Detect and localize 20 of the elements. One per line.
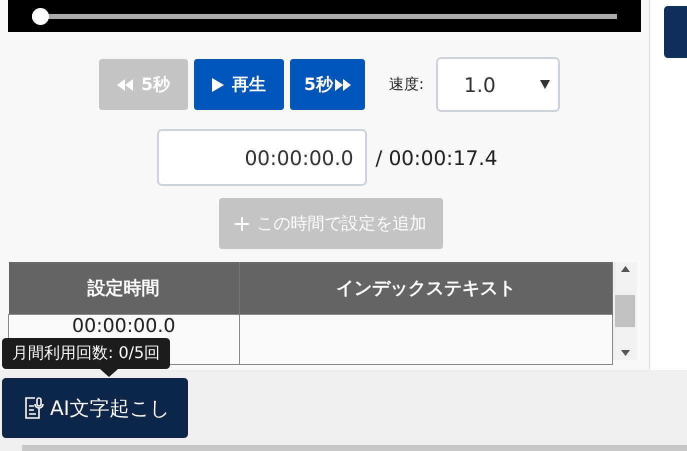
forward-button[interactable]: 5秒	[290, 59, 365, 110]
usage-tooltip: 月間利用回数: 0/5回	[2, 338, 170, 369]
plus-icon	[234, 216, 248, 230]
column-header: 設定時間	[8, 262, 239, 314]
time-input[interactable]: 00:00:00.0	[157, 129, 368, 186]
play-icon	[212, 78, 224, 92]
scroll-up-icon[interactable]	[620, 266, 630, 272]
rewind-icon	[117, 78, 134, 90]
scroll-down-icon[interactable]	[620, 350, 630, 356]
play-button[interactable]: 再生	[194, 59, 284, 110]
speed-label: 速度:	[388, 75, 424, 94]
document-mic-icon	[24, 397, 44, 419]
fast-forward-icon	[334, 78, 351, 90]
tooltip-pointer	[100, 369, 118, 377]
column-header: インデックステキスト	[239, 262, 612, 314]
ai-transcribe-button[interactable]: AI文字起こし	[2, 378, 188, 438]
scrollbar[interactable]	[613, 262, 637, 360]
total-time: / 00:00:17.4	[375, 146, 498, 170]
caret-icon	[540, 80, 550, 89]
speed-select[interactable]: 1.0	[436, 57, 560, 112]
